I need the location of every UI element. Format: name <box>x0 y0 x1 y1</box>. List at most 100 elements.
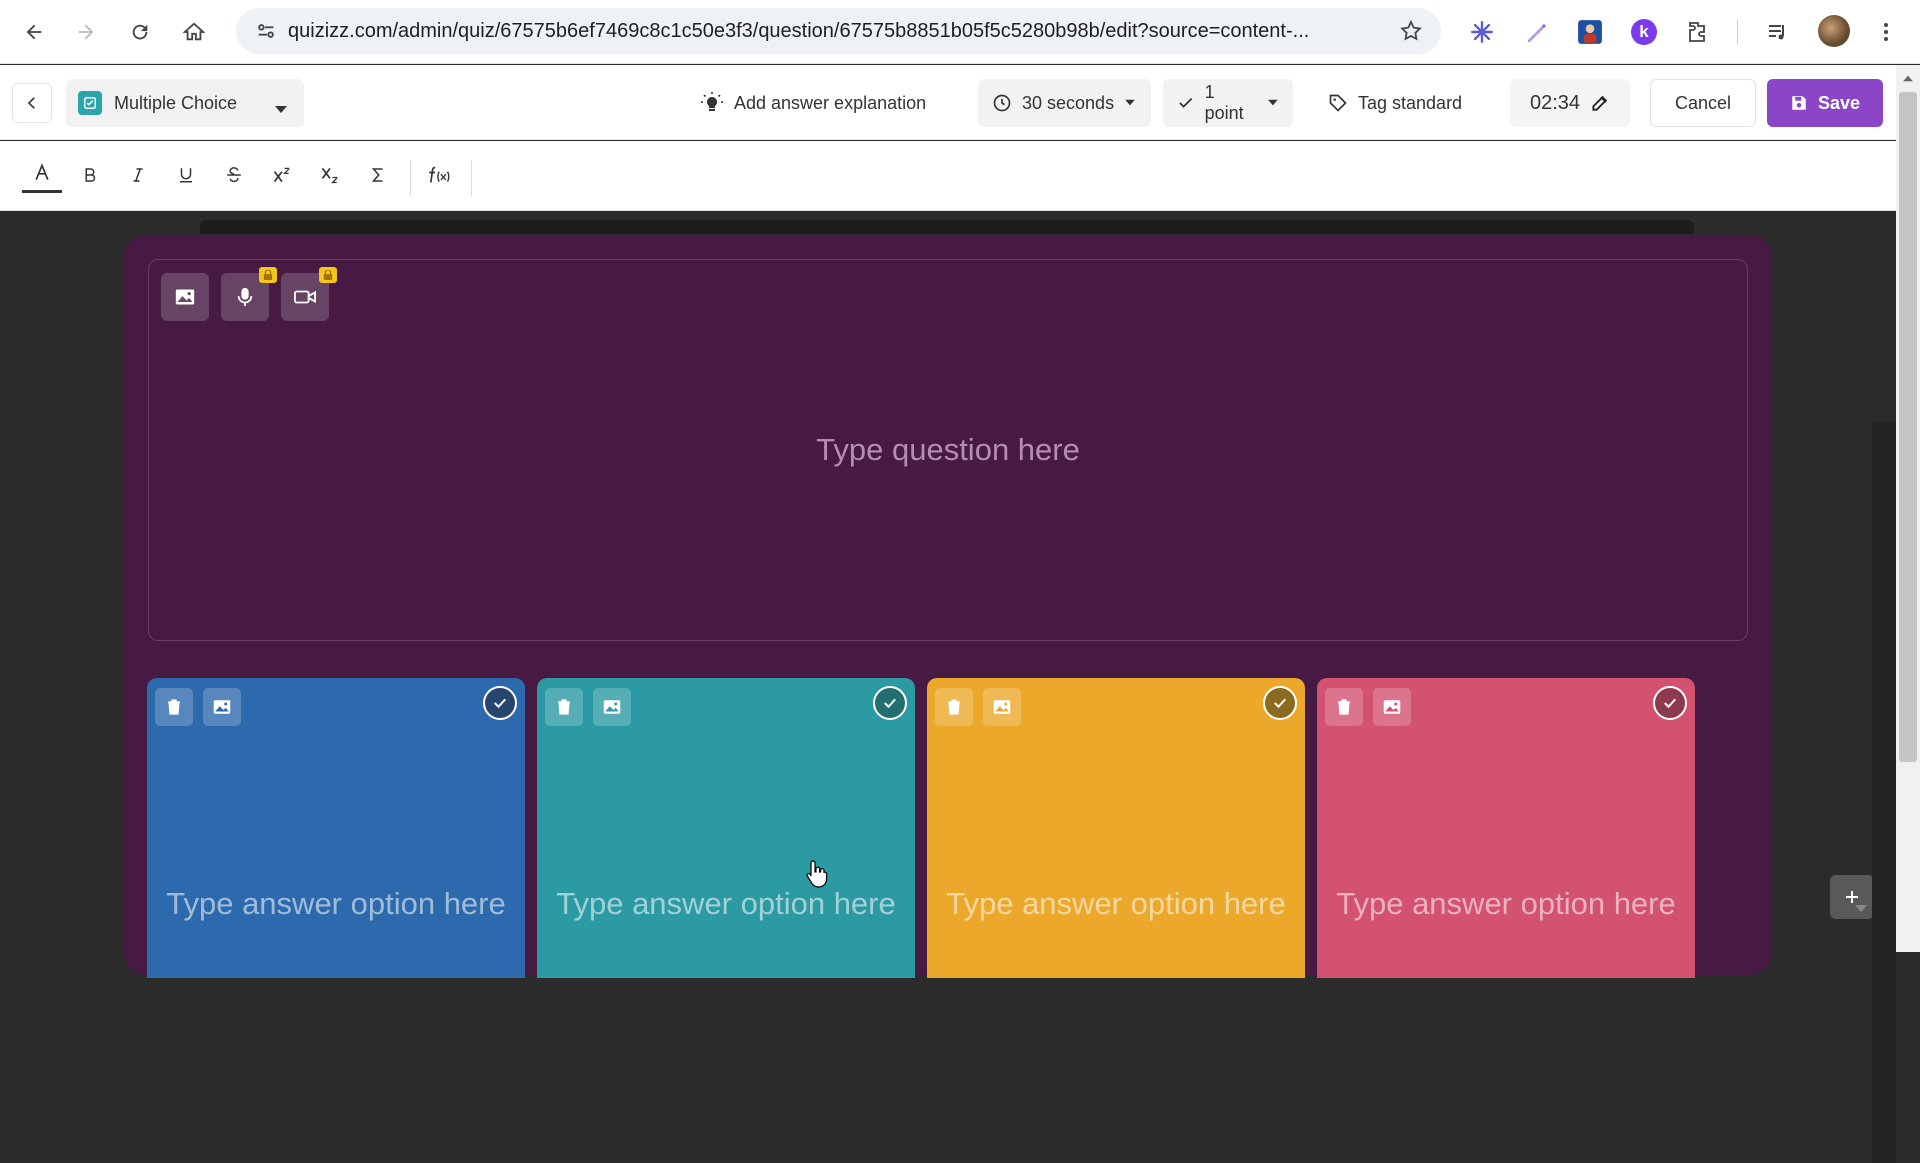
delete-option-button[interactable] <box>1325 688 1363 726</box>
question-placeholder[interactable]: Type question here <box>149 260 1747 640</box>
check-icon <box>1179 97 1193 108</box>
hand-cursor-icon <box>806 860 828 893</box>
subscript-button[interactable] <box>310 155 350 195</box>
answer-option-4[interactable]: Type answer option here <box>1317 678 1695 978</box>
trash-icon <box>168 699 180 715</box>
correct-answer-toggle[interactable] <box>873 686 907 720</box>
equation-button[interactable] <box>420 155 460 195</box>
underline-button[interactable] <box>166 155 206 195</box>
formatting-toolbar <box>0 141 1896 211</box>
answer-option-placeholder[interactable]: Type answer option here <box>1317 886 1695 922</box>
insert-audio-button[interactable] <box>221 267 277 321</box>
points-label: 1 point <box>1204 82 1244 123</box>
extension-k-icon[interactable]: k <box>1626 14 1662 50</box>
canvas-edge <box>1872 422 1896 1163</box>
correct-answer-toggle[interactable] <box>1263 686 1297 720</box>
browser-chrome: quizizz.com/admin/quiz/67575b6ef7469c8c1… <box>0 0 1920 64</box>
scrollbar-thumb[interactable] <box>1899 92 1917 762</box>
reload-icon[interactable] <box>122 14 158 50</box>
editor-header: Multiple Choice Add answer explanation 3… <box>0 65 1896 140</box>
edit-pencil-icon <box>1592 95 1608 111</box>
trash-icon <box>1338 699 1350 715</box>
correct-answer-toggle[interactable] <box>1653 686 1687 720</box>
insert-image-button[interactable] <box>161 273 209 321</box>
delete-option-button[interactable] <box>155 688 193 726</box>
tag-standard-button[interactable]: Tag standard <box>1328 79 1462 127</box>
text-color-button[interactable] <box>22 155 62 193</box>
bold-button[interactable] <box>70 155 110 195</box>
subscript-icon <box>321 167 338 184</box>
insert-video-button[interactable] <box>281 267 337 321</box>
trash-icon <box>948 699 960 715</box>
superscript-button[interactable] <box>262 155 302 195</box>
forward-arrow-icon[interactable] <box>68 14 104 50</box>
points-dropdown[interactable]: 1 point <box>1163 79 1293 127</box>
answer-option-placeholder[interactable]: Type answer option here <box>927 886 1305 922</box>
image-icon <box>1383 700 1401 714</box>
bold-icon <box>85 168 96 182</box>
caret-down-icon <box>274 99 288 120</box>
editor-back-button[interactable] <box>12 83 52 123</box>
question-card: Type question here Type answer option he… <box>124 235 1874 978</box>
explanation-label: Add answer explanation <box>734 92 927 113</box>
address-bar[interactable]: quizizz.com/admin/quiz/67575b6ef7469c8c1… <box>236 8 1441 54</box>
superscript-icon <box>273 167 290 183</box>
back-arrow-icon[interactable] <box>16 14 52 50</box>
delete-option-button[interactable] <box>545 688 583 726</box>
cancel-button[interactable]: Cancel <box>1650 79 1756 127</box>
caret-down-icon <box>1268 99 1278 106</box>
extension-pen-icon[interactable] <box>1518 14 1554 50</box>
sum-symbol-button[interactable] <box>358 155 398 195</box>
video-camera-icon <box>294 290 316 304</box>
home-icon[interactable] <box>176 14 212 50</box>
url-text[interactable]: quizizz.com/admin/quiz/67575b6ef7469c8c1… <box>288 20 1368 43</box>
site-settings-icon[interactable] <box>244 8 288 54</box>
microphone-icon <box>237 287 253 307</box>
answer-option-1[interactable]: Type answer option here <box>147 678 525 978</box>
extensions-puzzle-icon[interactable] <box>1680 14 1716 50</box>
scroll-down-caret-icon[interactable] <box>1854 901 1868 919</box>
text-color-icon <box>35 162 49 180</box>
editor-canvas: Type question here Type answer option he… <box>0 211 1896 1163</box>
check-icon <box>884 698 896 709</box>
clock-icon <box>993 94 1011 112</box>
correct-answer-toggle[interactable] <box>483 686 517 720</box>
extension-profile-icon[interactable] <box>1572 14 1608 50</box>
lightbulb-icon <box>701 92 723 111</box>
timer-value: 02:34 <box>1530 91 1581 114</box>
more-menu-icon[interactable] <box>1868 14 1904 50</box>
extension-sparkle-icon[interactable] <box>1464 14 1500 50</box>
underline-icon <box>180 168 192 183</box>
image-icon <box>993 700 1011 714</box>
time-limit-dropdown[interactable]: 30 seconds <box>978 79 1151 127</box>
toolbar-divider <box>1737 20 1738 44</box>
question-input-area[interactable]: Type question here <box>148 259 1748 641</box>
answer-option-2[interactable]: Type answer option here <box>537 678 915 978</box>
delete-option-button[interactable] <box>935 688 973 726</box>
add-answer-explanation-button[interactable]: Add answer explanation <box>700 79 926 127</box>
option-image-button[interactable] <box>203 688 241 726</box>
lock-icon <box>319 267 337 283</box>
tag-icon <box>1329 94 1347 112</box>
profile-avatar[interactable] <box>1818 15 1850 47</box>
answer-option-placeholder[interactable]: Type answer option here <box>537 886 915 922</box>
option-image-button[interactable] <box>983 688 1021 726</box>
bookmark-star-icon[interactable] <box>1399 19 1423 48</box>
italic-icon <box>133 168 143 182</box>
edit-timer-button[interactable]: 02:34 <box>1510 79 1631 127</box>
save-button[interactable]: Save <box>1767 79 1883 127</box>
option-image-button[interactable] <box>1373 688 1411 726</box>
media-controls-icon[interactable] <box>1760 14 1796 50</box>
question-type-dropdown[interactable]: Multiple Choice <box>66 79 304 127</box>
italic-button[interactable] <box>118 155 158 195</box>
check-icon <box>1274 698 1286 709</box>
question-type-label: Multiple Choice <box>114 92 238 113</box>
answer-option-placeholder[interactable]: Type answer option here <box>147 886 525 922</box>
strikethrough-button[interactable] <box>214 155 254 195</box>
scroll-up-arrow-icon[interactable] <box>1900 70 1916 86</box>
check-icon <box>494 698 506 709</box>
option-image-button[interactable] <box>593 688 631 726</box>
image-icon <box>175 289 195 305</box>
checkbox-square-icon <box>78 91 102 115</box>
answer-option-3[interactable]: Type answer option here <box>927 678 1305 978</box>
